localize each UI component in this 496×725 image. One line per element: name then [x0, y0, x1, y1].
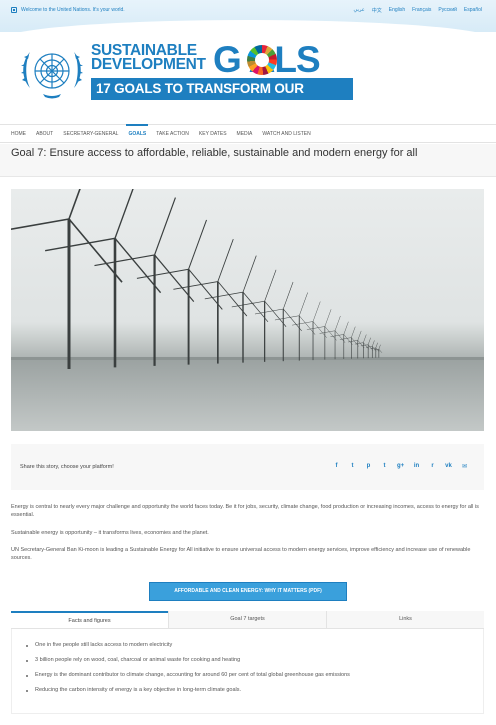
turbine-blade	[282, 281, 294, 310]
turbine-blade	[357, 330, 362, 341]
nav-key-dates[interactable]: KEY DATES	[194, 125, 232, 142]
lang-spanish[interactable]: Español	[464, 7, 482, 14]
un-emblem-icon	[21, 52, 83, 99]
tab-links[interactable]: Links	[326, 611, 484, 628]
sdg-title-line2: DEVELOPMENT	[91, 56, 206, 73]
sdg-wheel-icon	[247, 45, 277, 75]
welcome-text[interactable]: Welcome to the United Nations. It's your…	[21, 7, 125, 13]
tagline-banner: 17 GOALS TO TRANSFORM OUR WORLD	[91, 78, 353, 118]
share-box: Share this story, choose your platform! …	[11, 444, 484, 490]
hero-image-wind-turbines	[11, 189, 484, 431]
lang-russian[interactable]: Русский	[438, 7, 457, 14]
pinterest-icon[interactable]: p	[365, 463, 372, 470]
lang-arabic[interactable]: عربي	[353, 7, 364, 14]
turbine-blade	[188, 219, 208, 270]
turbine-blade	[299, 292, 308, 316]
turbine-blade	[334, 315, 341, 331]
twitter-icon[interactable]: t	[349, 463, 356, 470]
nav-goals[interactable]: GOALS	[123, 124, 151, 142]
opportunity-paragraph: Sustainable energy is opportunity – it t…	[11, 530, 209, 536]
wind-turbines-illustration	[11, 189, 484, 431]
language-switcher: عربي 中文 English Français Русский Español	[353, 7, 482, 14]
share-icons: f t p t g+ in r vk ✉	[333, 463, 468, 470]
vk-icon[interactable]: vk	[445, 463, 452, 470]
main-nav: HOME ABOUT SECRETARY-GENERAL GOALS TAKE …	[0, 124, 496, 143]
nav-media[interactable]: MEDIA	[232, 125, 258, 142]
un-welcome-link[interactable]: Welcome to the United Nations. It's your…	[11, 7, 125, 13]
tab-goal-7-targets[interactable]: Goal 7 targets	[168, 611, 326, 628]
nav-about[interactable]: ABOUT	[31, 125, 58, 142]
sdg-title: SUSTAINABLE DEVELOPMENT	[91, 43, 206, 73]
turbine-blade	[68, 189, 81, 220]
nav-take-action[interactable]: TAKE ACTION	[151, 125, 194, 142]
turbine-blade	[343, 321, 349, 335]
sdg-logo[interactable]: SUSTAINABLE DEVELOPMENT G ALS 17 GOALS T…	[17, 39, 357, 118]
why-it-matters-pdf-button[interactable]: AFFORDABLE AND CLEAN ENERGY: WHY IT MATT…	[149, 582, 347, 601]
facebook-icon[interactable]: f	[333, 463, 340, 470]
share-label: Share this story, choose your platform!	[20, 464, 114, 470]
turbine-blade	[264, 269, 277, 302]
fact-item: One in five people still lacks access to…	[26, 642, 350, 649]
turbine-blade	[363, 334, 367, 343]
turbine-blade	[154, 197, 176, 256]
reddit-icon[interactable]: r	[429, 463, 436, 470]
googleplus-icon[interactable]: g+	[397, 463, 404, 470]
tumblr-icon[interactable]: t	[381, 463, 388, 470]
nav-secretary-general[interactable]: SECRETARY-GENERAL	[58, 125, 123, 142]
lang-french[interactable]: Français	[412, 7, 431, 14]
nav-watch-and-listen[interactable]: WATCH AND LISTEN	[257, 125, 315, 142]
initiative-paragraph: UN Secretary-General Ban Ki-moon is lead…	[11, 547, 471, 561]
tab-facts-and-figures[interactable]: Facts and figures	[11, 611, 168, 628]
fact-item: Reducing the carbon intensity of energy …	[26, 687, 350, 694]
turbine-blade	[217, 238, 234, 282]
page-title: Goal 7: Ensure access to affordable, rel…	[11, 147, 418, 159]
linkedin-icon[interactable]: in	[413, 463, 420, 470]
intro-paragraph: Energy is central to nearly every major …	[11, 504, 479, 518]
turbine-blade	[312, 301, 321, 322]
un-logo-icon	[11, 7, 17, 13]
turbine-blade	[324, 309, 332, 327]
email-icon[interactable]: ✉	[461, 463, 468, 470]
nav-home[interactable]: HOME	[11, 125, 31, 142]
lang-english[interactable]: English	[389, 7, 405, 14]
facts-list: One in five people still lacks access to…	[26, 642, 350, 702]
turbine-blade	[351, 326, 356, 338]
info-tabs: Facts and figures Goal 7 targets Links	[11, 611, 484, 629]
fact-item: Energy is the dominant contributor to cl…	[26, 672, 350, 679]
lang-chinese[interactable]: 中文	[372, 7, 382, 14]
turbine-blade	[242, 255, 257, 293]
turbine-blade	[375, 342, 378, 348]
turbine-blade	[11, 218, 70, 231]
turbine-blade	[372, 340, 375, 347]
turbine-blade	[114, 189, 134, 239]
turbine-blade	[378, 344, 381, 350]
turbine-blade	[45, 237, 116, 252]
turbine-blade	[367, 337, 371, 345]
turbine-blade	[378, 349, 383, 353]
fact-item: 3 billion people rely on wood, coal, cha…	[26, 657, 350, 664]
